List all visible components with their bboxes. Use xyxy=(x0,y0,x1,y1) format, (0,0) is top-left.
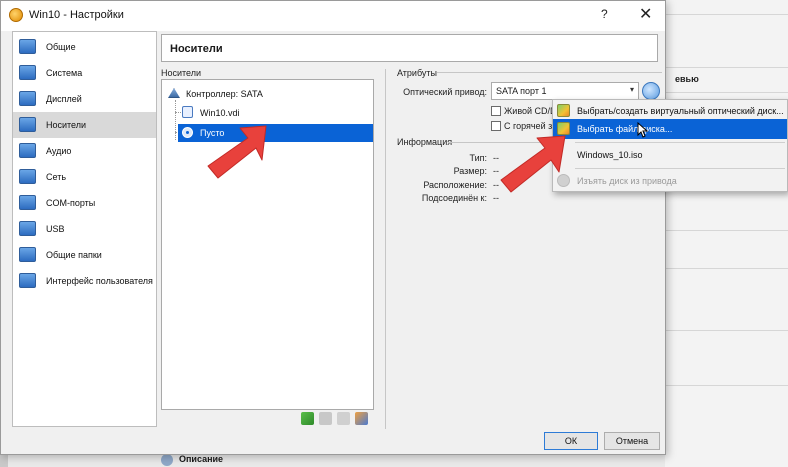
optical-disc-icon xyxy=(182,127,193,138)
controller-node[interactable]: Контроллер: SATA xyxy=(186,89,263,99)
panel-separator xyxy=(385,69,386,429)
sidebar-item-label: USB xyxy=(46,224,65,234)
menu-item-windows-iso[interactable]: Windows_10.iso xyxy=(553,145,787,165)
mouse-cursor-icon xyxy=(637,122,649,138)
size-label: Размер: xyxy=(453,166,487,176)
cancel-button[interactable]: Отмена xyxy=(604,432,660,450)
sidebar-item-label: Система xyxy=(46,68,83,78)
attached-to-label: Подсоединён к: xyxy=(421,193,487,203)
page-title: Носители xyxy=(170,43,223,55)
menu-item-choose-create-disk[interactable]: Выбрать/создать виртуальный оптический д… xyxy=(553,101,787,121)
annotation-arrow-right xyxy=(500,135,566,193)
attributes-group-label: Атрибуты xyxy=(397,68,438,78)
menu-item-label: Выбрать файл диска... xyxy=(577,124,673,134)
page-header: Носители xyxy=(161,34,658,62)
general-icon xyxy=(19,39,36,54)
storage-icon xyxy=(19,117,36,132)
add-controller-icon[interactable] xyxy=(301,412,314,425)
sidebar-item-label: Носители xyxy=(46,120,87,130)
network-icon xyxy=(19,169,36,184)
sidebar-item-serial-ports[interactable]: COM-порты xyxy=(13,190,156,216)
optical-drive-label: Оптический привод: xyxy=(403,87,487,97)
live-cd-label: Живой CD/D xyxy=(504,106,557,116)
sidebar-item-shared-folders[interactable]: Общие папки xyxy=(13,242,156,268)
close-button[interactable]: ✕ xyxy=(639,4,652,24)
virtualbox-app-icon xyxy=(9,8,23,22)
ok-button[interactable]: ОК xyxy=(544,432,598,450)
remove-controller-icon[interactable] xyxy=(319,412,332,425)
sidebar-item-network[interactable]: Сеть xyxy=(13,164,156,190)
sidebar-item-system[interactable]: Система xyxy=(13,60,156,86)
menu-item-label: Изъять диск из привода xyxy=(577,176,677,186)
sidebar-item-label: Общие папки xyxy=(46,250,102,260)
shared-folders-icon xyxy=(19,247,36,262)
remove-attachment-icon[interactable] xyxy=(355,412,368,425)
storage-group-label: Носители xyxy=(161,68,202,78)
system-icon xyxy=(19,65,36,80)
sidebar-item-audio[interactable]: Аудио xyxy=(13,138,156,164)
sidebar-item-label: Общие xyxy=(46,42,76,52)
location-label: Расположение: xyxy=(423,180,487,190)
optical-drive-select[interactable]: SATA порт 1 ▾ xyxy=(491,82,639,100)
sidebar-item-usb[interactable]: USB xyxy=(13,216,156,242)
type-label: Тип: xyxy=(469,153,487,163)
sidebar-item-label: Дисплей xyxy=(46,94,82,104)
background-right-label: евью xyxy=(675,74,699,84)
description-icon xyxy=(161,454,173,466)
background-right-panel: евью xyxy=(665,0,788,467)
sidebar-item-general[interactable]: Общие xyxy=(13,34,156,60)
live-cd-checkbox[interactable] xyxy=(491,106,501,116)
usb-icon xyxy=(19,221,36,236)
display-icon xyxy=(19,91,36,106)
serial-ports-icon xyxy=(19,195,36,210)
help-button[interactable]: ? xyxy=(601,7,608,21)
optical-disk-menu: Выбрать/создать виртуальный оптический д… xyxy=(552,99,788,192)
description-label: Описание xyxy=(179,454,224,464)
add-attachment-icon[interactable] xyxy=(337,412,350,425)
sidebar-item-label: COM-порты xyxy=(46,198,96,208)
sidebar-item-storage[interactable]: Носители xyxy=(13,112,156,138)
disk-folder-icon xyxy=(557,104,570,117)
menu-item-label: Windows_10.iso xyxy=(577,150,643,160)
menu-item-eject-disk[interactable]: Изъять диск из привода xyxy=(553,171,787,191)
menu-item-label: Выбрать/создать виртуальный оптический д… xyxy=(577,106,784,116)
sidebar-item-user-interface[interactable]: Интерфейс пользователя xyxy=(13,268,156,294)
controller-icon xyxy=(168,88,180,98)
menu-item-choose-disk-file[interactable]: Выбрать файл диска... xyxy=(553,119,787,139)
settings-sidebar: Общие Система Дисплей Носители Аудио Сет… xyxy=(12,31,157,427)
optical-drive-value: SATA порт 1 xyxy=(496,86,547,96)
window-title: Win10 - Настройки xyxy=(29,9,124,21)
sidebar-item-label: Сеть xyxy=(46,172,67,182)
sidebar-item-label: Интерфейс пользователя xyxy=(46,276,153,286)
user-interface-icon xyxy=(19,273,36,288)
hard-disk-icon xyxy=(182,106,193,118)
sidebar-item-display[interactable]: Дисплей xyxy=(13,86,156,112)
sidebar-item-label: Аудио xyxy=(46,146,72,156)
annotation-arrow-left xyxy=(207,125,267,179)
audio-icon xyxy=(19,143,36,158)
information-group-label: Информация xyxy=(397,137,453,147)
settings-dialog: Win10 - Настройки ? ✕ Общие Система Дисп… xyxy=(0,0,666,455)
chevron-down-icon: ▾ xyxy=(629,85,634,94)
disk-node[interactable]: Win10.vdi xyxy=(200,108,240,118)
title-bar: Win10 - Настройки ? ✕ xyxy=(1,1,665,31)
choose-disk-icon[interactable] xyxy=(642,82,660,100)
